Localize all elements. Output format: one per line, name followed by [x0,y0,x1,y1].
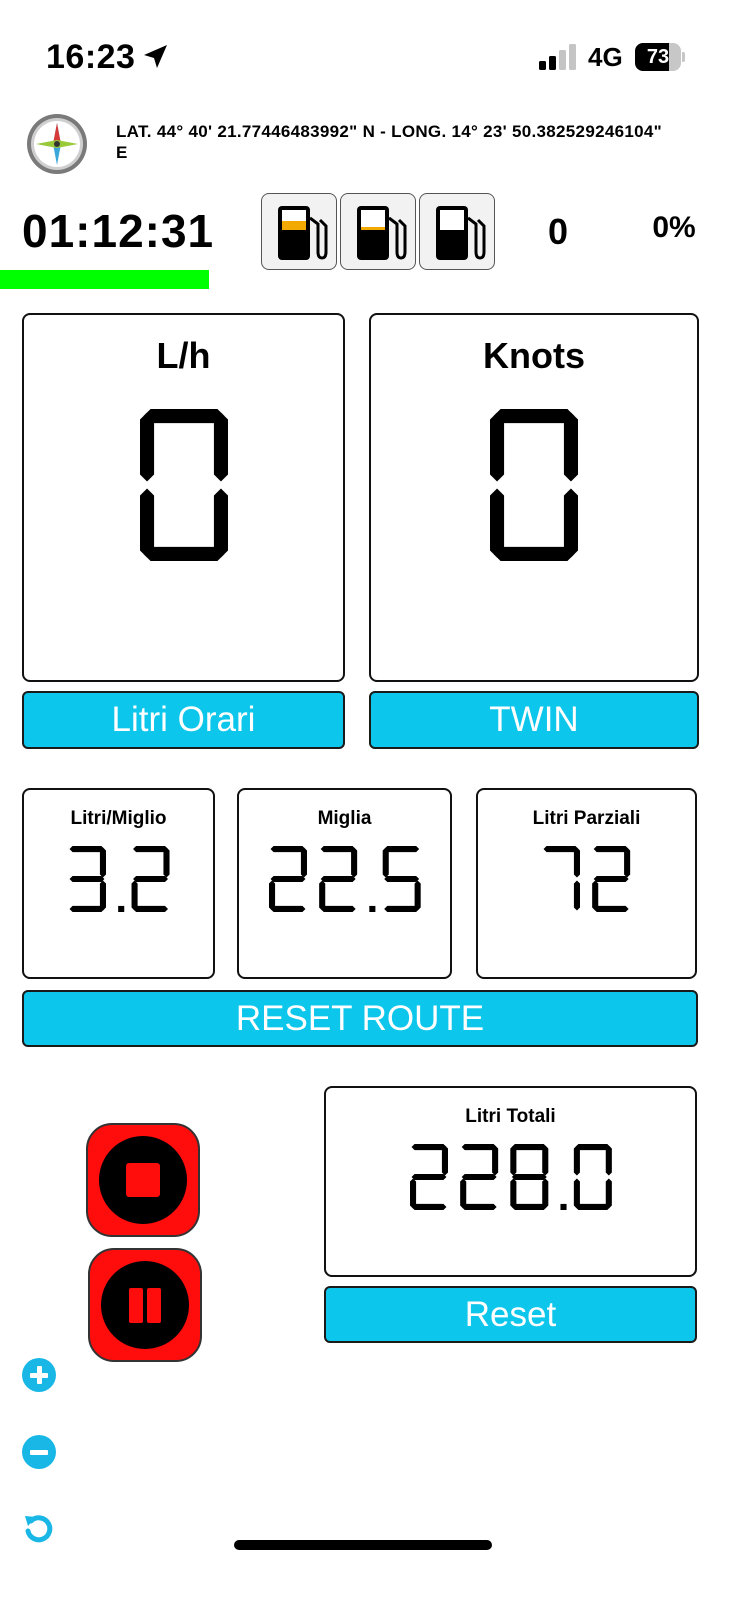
digit-0 [490,409,578,561]
signal-icon [539,44,576,70]
digit-2 [509,1144,548,1210]
reset-route-button[interactable]: RESET ROUTE [22,990,698,1047]
miglia-value [239,846,450,919]
counter-value: 0 [547,211,569,252]
litri-totali-panel: Litri Totali [324,1086,697,1277]
fuel-pump-icon [436,206,486,260]
fuel-tank-button-1[interactable] [261,193,337,270]
digit-0 [409,1144,448,1210]
litri-parziali-display [543,846,631,912]
knots-gauge-title: Knots [483,335,585,376]
digit-0 [139,409,228,561]
battery-percent: 73 [646,46,670,68]
network-type: 4G [588,42,623,72]
reset-button[interactable]: Reset [324,1286,697,1343]
decimal-point [560,1203,567,1210]
litri-orari-button[interactable]: Litri Orari [22,691,345,749]
litri-parziali-panel: Litri Parziali [476,788,697,979]
digit-1 [131,846,170,912]
lh-gauge-panel: L/h [22,313,345,682]
fuel-tank-button-3[interactable] [419,193,495,270]
knots-gauge-panel: Knots [369,313,699,682]
knots-gauge-value [371,409,697,568]
fuel-pump-icon [278,206,328,260]
litri-totali-value [326,1144,695,1217]
digit-1 [592,846,631,912]
digit-1 [318,846,357,912]
elapsed-timer: 01:12:31 [22,205,215,257]
digit-2 [382,846,421,912]
digit-0 [543,846,581,911]
stop-icon [126,1163,160,1197]
litri-parziali-title: Litri Parziali [532,808,641,829]
decimal-point [368,905,376,912]
miglia-display [268,846,421,912]
miglia-panel: Miglia [237,788,452,979]
pause-button[interactable] [88,1248,202,1362]
fuel-tank-button-2[interactable] [340,193,416,270]
home-indicator [234,1540,492,1550]
status-time: 16:23 [46,38,136,76]
digit-1 [459,1144,498,1210]
digit-0 [268,846,307,912]
litri-miglio-display [69,846,170,912]
progress-bar [0,270,209,289]
location-arrow-icon [144,45,167,68]
digit-3 [573,1144,612,1210]
litri-parziali-value [478,846,695,919]
litri-miglio-value [24,846,213,919]
twin-button[interactable]: TWIN [369,691,699,749]
percent-value: 0% [652,211,696,244]
litri-totali-display [409,1144,612,1210]
miglia-title: Miglia [317,808,372,829]
zoom-out-icon[interactable] [22,1435,56,1469]
gps-coordinates: LAT. 44° 40' 21.77446483992" N - LONG. 1… [116,122,662,162]
litri-totali-title: Litri Totali [465,1106,556,1127]
refresh-icon[interactable] [22,1512,56,1546]
zoom-in-icon[interactable] [22,1358,56,1392]
knots-gauge-display [490,409,578,561]
battery-icon: 73 [635,43,685,71]
litri-miglio-panel: Litri/Miglio [22,788,215,979]
decimal-point [117,905,124,912]
lh-gauge-title: L/h [156,335,211,376]
stop-button[interactable] [86,1123,200,1237]
compass-icon[interactable] [26,113,88,175]
lh-gauge-value [24,409,343,568]
litri-miglio-title: Litri/Miglio [70,808,167,829]
fuel-pump-icon [357,206,407,260]
digit-0 [69,846,106,912]
lh-gauge-display [139,409,228,561]
pause-icon [101,1261,189,1349]
